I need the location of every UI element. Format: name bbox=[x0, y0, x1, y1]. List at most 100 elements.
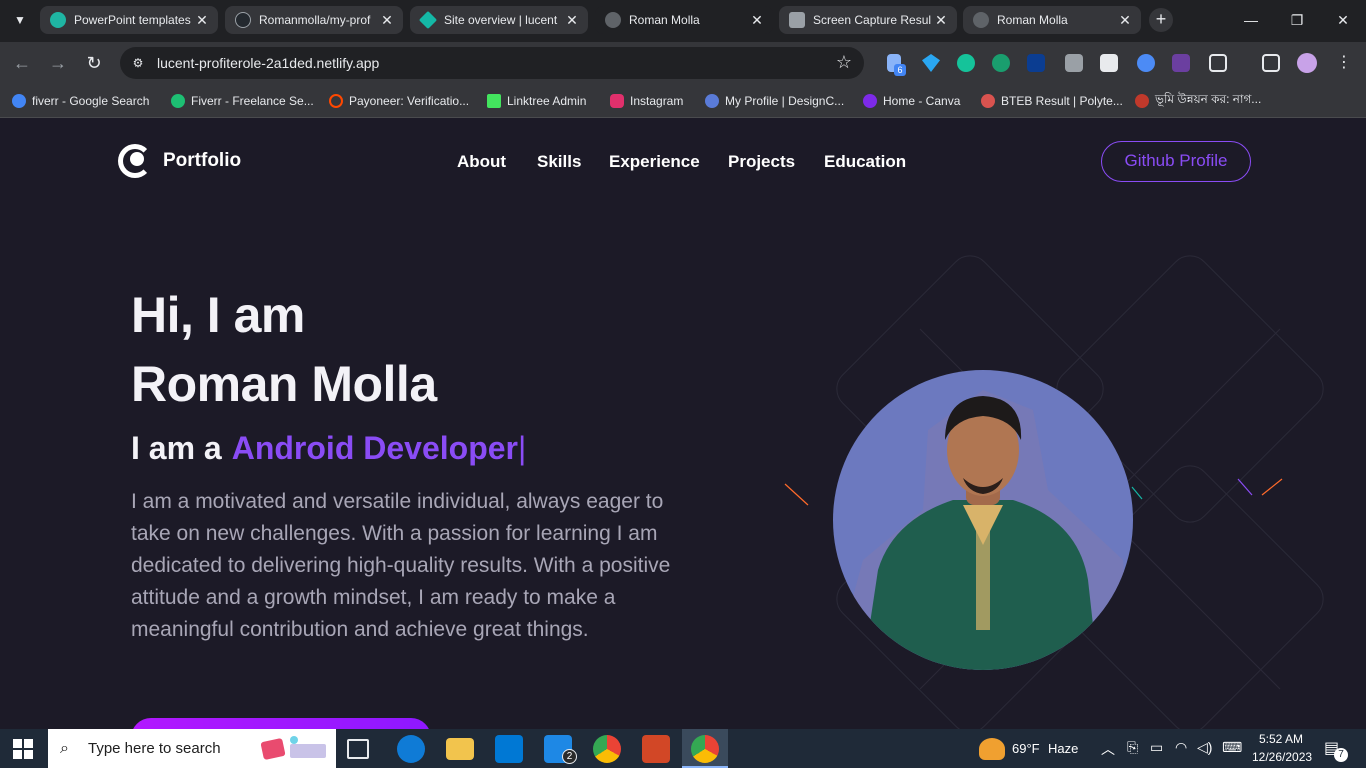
restore-icon[interactable]: ❐ bbox=[1282, 8, 1312, 32]
tab-screen-capture[interactable]: Screen Capture Resul ✕ bbox=[779, 6, 957, 34]
volume-icon[interactable]: ◁) bbox=[1197, 739, 1212, 756]
close-tab-icon[interactable]: ✕ bbox=[564, 12, 580, 29]
chrome-profile-icon bbox=[691, 735, 719, 763]
hero-name: Roman Molla bbox=[131, 356, 437, 412]
nav-about[interactable]: About bbox=[457, 152, 506, 172]
sync-extension-icon[interactable] bbox=[1137, 54, 1155, 72]
tab-title: Screen Capture Resul bbox=[813, 13, 932, 27]
bookmark-label: BTEB Result | Polyte... bbox=[1001, 94, 1123, 108]
github-profile-button[interactable]: Github Profile bbox=[1101, 141, 1251, 182]
taskbar-search-box[interactable]: ⌕ Type here to search bbox=[48, 729, 336, 768]
t-extension-icon[interactable] bbox=[1100, 54, 1118, 72]
bookmark-instagram[interactable]: Instagram bbox=[610, 92, 683, 110]
bookmark-canva[interactable]: Home - Canva bbox=[863, 92, 960, 110]
weather-temperature[interactable]: 69°F bbox=[1012, 741, 1040, 756]
tab-netlify-site-overview[interactable]: Site overview | lucent ✕ bbox=[410, 6, 588, 34]
browser-menu-icon[interactable]: ⋮ bbox=[1332, 51, 1356, 75]
bteb-icon bbox=[981, 94, 995, 108]
windows-start-icon[interactable] bbox=[13, 739, 33, 759]
bookmark-designcrowd[interactable]: My Profile | DesignC... bbox=[705, 92, 844, 110]
google-icon bbox=[12, 94, 26, 108]
netlify-favicon-icon bbox=[418, 10, 438, 30]
close-tab-icon[interactable]: ✕ bbox=[933, 12, 949, 29]
bookmark-label: Payoneer: Verificatio... bbox=[349, 94, 470, 108]
site-info-icon[interactable]: ⚙ bbox=[130, 55, 146, 71]
side-panel-icon[interactable] bbox=[1262, 54, 1280, 72]
hero-cta-button[interactable] bbox=[131, 718, 431, 729]
bookmark-label: Home - Canva bbox=[883, 94, 961, 108]
bookmark-fiverr[interactable]: Fiverr - Freelance Se... bbox=[171, 92, 314, 110]
address-bar[interactable]: ⚙ lucent-profiterole-2a1ded.netlify.app … bbox=[120, 47, 864, 79]
nav-projects[interactable]: Projects bbox=[728, 152, 795, 172]
powerpoint-icon[interactable] bbox=[642, 735, 670, 763]
close-tab-icon[interactable]: ✕ bbox=[194, 12, 210, 29]
bd-gov-icon bbox=[1135, 94, 1149, 108]
bookmark-bteb[interactable]: BTEB Result | Polyte... bbox=[981, 92, 1123, 110]
bookmark-label: My Profile | DesignC... bbox=[725, 94, 845, 108]
file-explorer-icon[interactable] bbox=[446, 738, 474, 760]
battery-icon[interactable]: ▭ bbox=[1150, 739, 1163, 756]
extensions-puzzle-icon[interactable] bbox=[1209, 54, 1227, 72]
new-tab-button[interactable]: + bbox=[1149, 8, 1173, 32]
tab-search-icon[interactable]: ▼ bbox=[10, 10, 30, 30]
keyboard-icon[interactable]: ⌨ bbox=[1222, 739, 1242, 756]
reload-icon[interactable]: ↻ bbox=[82, 51, 106, 75]
chrome-icon[interactable] bbox=[593, 735, 621, 763]
tab-roman-molla[interactable]: Roman Molla ✕ bbox=[963, 6, 1141, 34]
bookmark-label: Fiverr - Freelance Se... bbox=[191, 94, 314, 108]
tab-powerpoint-templates[interactable]: PowerPoint templates ✕ bbox=[40, 6, 218, 34]
hero-greeting: Hi, I am bbox=[131, 287, 305, 343]
close-tab-icon[interactable]: ✕ bbox=[379, 12, 395, 29]
bookmark-label: Linktree Admin bbox=[507, 94, 587, 108]
camera-extension-icon[interactable] bbox=[1065, 54, 1083, 72]
clock-date[interactable]: 12/26/2023 bbox=[1252, 750, 1312, 764]
weather-description[interactable]: Haze bbox=[1048, 741, 1078, 756]
tab-title: Romanmolla/my-prof bbox=[259, 13, 371, 27]
bookmark-fiverr-search[interactable]: fiverr - Google Search bbox=[12, 92, 149, 110]
nav-education[interactable]: Education bbox=[824, 152, 906, 172]
browser-tab-strip: ▼ PowerPoint templates ✕ Romanmolla/my-p… bbox=[0, 0, 1366, 42]
bookmark-star-icon[interactable]: ☆ bbox=[836, 52, 852, 73]
globe-favicon-icon bbox=[973, 12, 989, 28]
role-typed-text: Android Developer bbox=[231, 430, 518, 466]
diamond-extension-icon[interactable] bbox=[922, 54, 940, 72]
minimize-icon[interactable]: — bbox=[1236, 8, 1266, 32]
url-text[interactable]: lucent-profiterole-2a1ded.netlify.app bbox=[157, 55, 379, 71]
tab-github-repo[interactable]: Romanmolla/my-prof ✕ bbox=[225, 6, 403, 34]
purple-extension-icon[interactable] bbox=[1172, 54, 1190, 72]
bookmark-land-tax[interactable]: ভূমি উন্নয়ন কর: নাগ... bbox=[1135, 92, 1261, 110]
tab-title: Site overview | lucent bbox=[444, 13, 558, 27]
back-arrow-icon[interactable]: ← bbox=[10, 51, 34, 75]
wifi-icon[interactable]: ◠ bbox=[1175, 739, 1187, 756]
chrome-active-window[interactable] bbox=[682, 729, 728, 768]
usb-icon[interactable]: ⎘ bbox=[1127, 739, 1138, 756]
refresh-extension-icon[interactable] bbox=[992, 54, 1010, 72]
profile-avatar[interactable] bbox=[1297, 53, 1317, 73]
clock-time[interactable]: 5:52 AM bbox=[1259, 732, 1303, 746]
edge-icon[interactable] bbox=[397, 735, 425, 763]
bookmark-payoneer[interactable]: Payoneer: Verificatio... bbox=[329, 92, 469, 110]
bookmark-linktree[interactable]: Linktree Admin bbox=[487, 92, 586, 110]
close-tab-icon[interactable]: ✕ bbox=[1117, 12, 1133, 29]
forward-arrow-icon[interactable]: → bbox=[46, 51, 70, 75]
chevron-up-icon[interactable]: ︿ bbox=[1101, 739, 1115, 759]
microsoft-store-icon[interactable] bbox=[495, 735, 523, 763]
nav-experience[interactable]: Experience bbox=[609, 152, 700, 172]
tab-title: Roman Molla bbox=[629, 13, 700, 27]
tab-roman-molla-active[interactable]: Roman Molla ✕ bbox=[595, 6, 773, 34]
close-tab-icon[interactable]: ✕ bbox=[749, 12, 765, 29]
nav-skills[interactable]: Skills bbox=[537, 152, 581, 172]
extension-badge: 6 bbox=[894, 64, 906, 76]
close-window-icon[interactable]: ✕ bbox=[1328, 8, 1358, 32]
task-view-icon[interactable] bbox=[347, 739, 369, 759]
bookmarks-bar: fiverr - Google Search Fiverr - Freelanc… bbox=[0, 84, 1366, 118]
browser-toolbar: ← → ↻ ⚙ lucent-profiterole-2a1ded.netlif… bbox=[0, 42, 1366, 84]
camera-favicon-icon bbox=[789, 12, 805, 28]
search-highlight-illustration-icon bbox=[260, 736, 326, 760]
windows-taskbar: ⌕ Type here to search 2 69°F Haze ︿ ⎘ ▭ … bbox=[0, 729, 1366, 768]
logo-text: Portfolio bbox=[163, 150, 242, 171]
grammarly-extension-icon[interactable] bbox=[957, 54, 975, 72]
new-extension-icon[interactable] bbox=[1027, 54, 1045, 72]
weather-haze-icon[interactable] bbox=[979, 738, 1005, 760]
site-logo[interactable]: Portfolio bbox=[118, 144, 241, 178]
